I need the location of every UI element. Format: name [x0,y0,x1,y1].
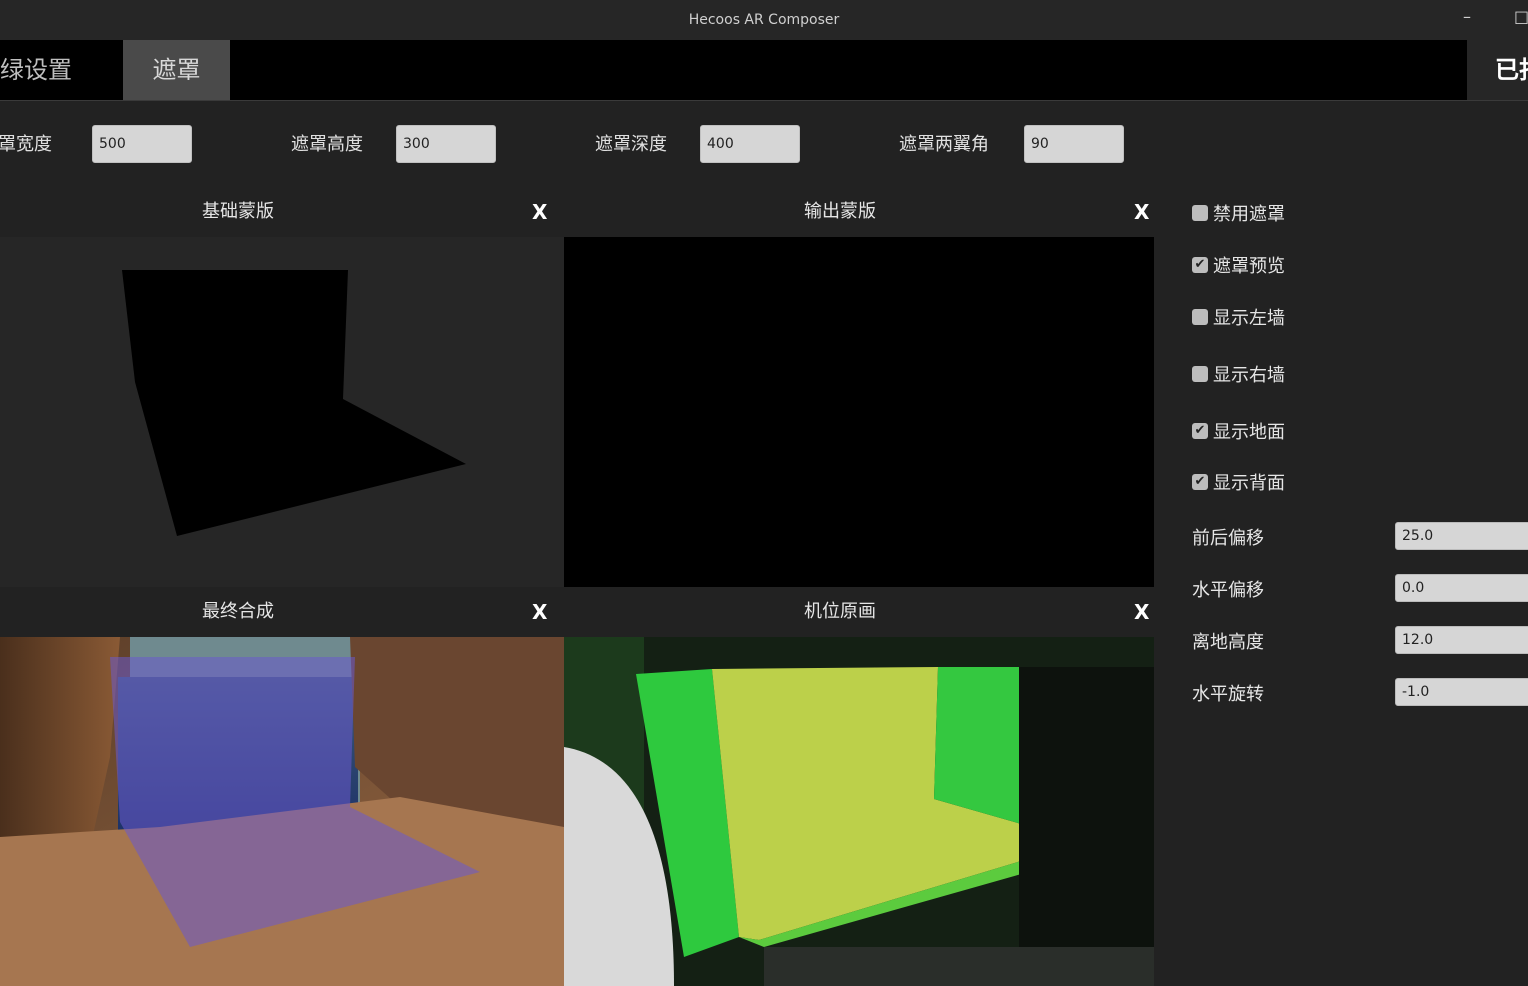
mask-preview-checkbox[interactable]: ✔ 遮罩预览 [1192,252,1285,278]
divider [0,100,1528,101]
base-mask-close-icon[interactable]: X [532,192,547,232]
check-icon[interactable]: ✔ [1192,423,1208,439]
check-icon[interactable]: ✔ [1192,257,1208,273]
horizontal-offset-input[interactable] [1395,574,1528,602]
base-mask-view [0,237,564,587]
base-mask-title: 基础蒙版 [202,201,274,222]
show-right-wall-checkbox[interactable]: 显示右墙 [1192,361,1285,387]
camera-raw-title: 机位原画 [804,601,876,622]
horizontal-offset-label: 水平偏移 [1192,580,1264,601]
height-above-ground-label: 离地高度 [1192,632,1264,653]
final-composite-close-icon[interactable]: X [532,592,547,632]
output-mask-title: 输出蒙版 [804,201,876,222]
final-composite-image [0,637,564,986]
mask-width-label: 遮罩宽度 [0,134,52,155]
tab-bar: 抠绿设置 遮罩 已扫 [0,40,1528,100]
mask-width-input[interactable] [92,125,192,163]
mask-wing-angle-input[interactable] [1024,125,1124,163]
show-left-wall-checkbox[interactable]: 显示左墙 [1192,304,1285,330]
mask-height-input[interactable] [396,125,496,163]
show-right-wall-checkbox-box[interactable] [1192,366,1208,382]
height-above-ground-input[interactable] [1395,626,1528,654]
final-composite-title: 最终合成 [202,601,274,622]
mask-depth-label: 遮罩深度 [595,134,667,155]
check-icon[interactable]: ✔ [1192,474,1208,490]
show-back-checkbox[interactable]: ✔ 显示背面 [1192,469,1285,495]
show-floor-checkbox[interactable]: ✔ 显示地面 [1192,418,1285,444]
disable-mask-checkbox[interactable]: 禁用遮罩 [1192,200,1285,226]
show-left-wall-checkbox-box[interactable] [1192,309,1208,325]
output-mask-close-icon[interactable]: X [1134,192,1149,232]
horizontal-rotation-input[interactable] [1395,678,1528,706]
front-back-offset-label: 前后偏移 [1192,528,1264,549]
horizontal-rotation-label: 水平旋转 [1192,684,1264,705]
maximize-icon[interactable]: □ [1514,0,1528,40]
tab-mask[interactable]: 遮罩 [123,40,230,100]
camera-raw-close-icon[interactable]: X [1134,592,1149,632]
mask-wing-angle-label: 遮罩两翼角 [899,134,989,155]
front-back-offset-input[interactable] [1395,522,1528,550]
disable-mask-checkbox-box[interactable] [1192,205,1208,221]
camera-raw-view [564,637,1154,986]
output-mask-view [564,237,1154,587]
final-composite-view [0,637,564,986]
mask-depth-input[interactable] [700,125,800,163]
base-mask-shape [122,270,466,536]
minimize-icon[interactable]: – [1463,0,1471,40]
camera-raw-image [564,637,1154,986]
tab-keying-settings[interactable]: 抠绿设置 [0,40,122,100]
window-title: Hecoos AR Composer [688,12,840,28]
mask-height-label: 遮罩高度 [291,134,363,155]
title-bar: Hecoos AR Composer – □ [0,0,1528,40]
tab-scanned[interactable]: 已扫 [1467,40,1528,100]
